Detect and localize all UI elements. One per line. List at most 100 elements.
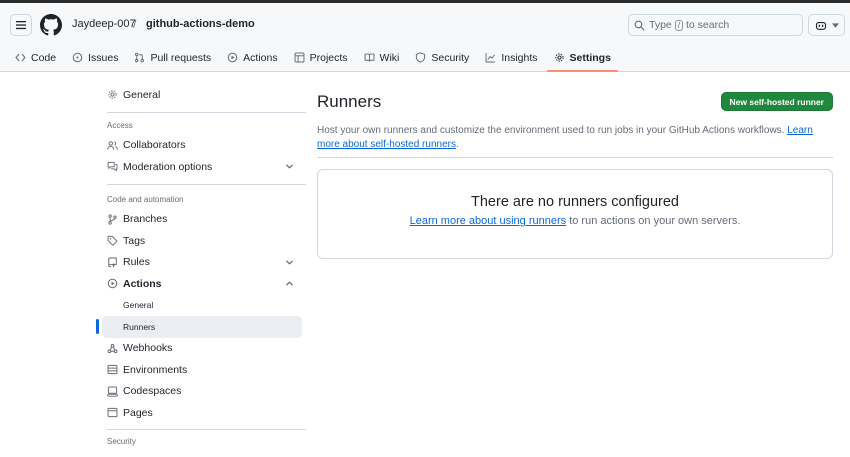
tab-issues-label: Issues <box>88 51 119 64</box>
graph-icon <box>485 53 496 63</box>
sidebar-item-moderation-options[interactable]: Moderation options <box>96 156 302 178</box>
page-description: Host your own runners and customize the … <box>317 124 833 152</box>
browser-icon <box>107 408 118 418</box>
issue-icon <box>72 52 83 63</box>
search-placeholder-prefix: Type <box>649 19 672 31</box>
sidebar-divider <box>107 183 306 185</box>
sidebar-item-actions[interactable]: Actions <box>96 273 302 295</box>
chevron-down-icon <box>286 260 293 264</box>
tab-pull-requests[interactable]: Pull requests <box>127 47 218 68</box>
search-input[interactable]: Type / to search <box>628 14 803 36</box>
divider <box>317 157 833 158</box>
pull-request-icon <box>135 52 145 63</box>
repo-header: Jaydeep-007 / github-actions-demo Type /… <box>0 3 850 72</box>
sidebar-item-environments[interactable]: Environments <box>96 359 302 381</box>
search-shortcut-key: / <box>674 19 683 31</box>
sidebar-divider <box>107 111 306 113</box>
tab-actions-label: Actions <box>243 51 278 64</box>
repo-owner-link[interactable]: Jaydeep-007 <box>72 18 136 30</box>
tab-settings[interactable]: Settings <box>546 47 619 72</box>
server-icon <box>107 365 118 375</box>
tab-insights[interactable]: Insights <box>478 47 544 68</box>
play-icon <box>107 278 118 289</box>
sidebar-item-label: Actions <box>123 277 162 290</box>
settings-sidebar: General Access Collaborators Moderation … <box>96 84 306 451</box>
empty-state-title: There are no runners configured <box>471 194 679 210</box>
gear-icon <box>108 90 117 99</box>
copilot-button[interactable] <box>808 14 845 36</box>
sidebar-item-label: General <box>123 300 154 311</box>
git-branch-icon <box>108 214 117 225</box>
webhook-icon <box>107 343 118 353</box>
repo-tabs: Code Issues Pull requests Actions Projec… <box>8 47 620 75</box>
sidebar-section-security: Security <box>107 437 136 446</box>
sidebar-item-label: Moderation options <box>123 160 213 173</box>
sidebar-divider <box>107 428 306 430</box>
menu-button[interactable] <box>10 14 32 36</box>
sidebar-item-pages[interactable]: Pages <box>96 402 302 424</box>
tab-pull-requests-label: Pull requests <box>150 51 212 64</box>
sidebar-item-label: Branches <box>123 213 168 226</box>
empty-state-suffix: to run actions on your own servers. <box>569 215 741 227</box>
table-icon <box>294 52 305 63</box>
tab-wiki-label: Wiki <box>379 51 400 64</box>
copilot-icon <box>815 21 826 30</box>
sidebar-item-codespaces[interactable]: Codespaces <box>96 381 302 403</box>
github-logo-icon[interactable] <box>40 14 62 36</box>
tab-projects[interactable]: Projects <box>287 47 355 68</box>
sidebar-item-label: Tags <box>123 234 146 247</box>
page-title: Runners <box>317 92 382 111</box>
shield-icon <box>416 52 426 63</box>
empty-state-text: Learn more about using runners to run ac… <box>318 215 832 227</box>
comment-discussion-icon <box>107 162 118 172</box>
sidebar-item-label: Rules <box>123 256 150 269</box>
tag-icon <box>107 236 118 247</box>
sidebar-item-label: Environments <box>123 363 188 376</box>
tab-security[interactable]: Security <box>408 47 476 68</box>
sidebar-item-actions-runners[interactable]: Runners <box>96 316 302 338</box>
sidebar-item-general[interactable]: General <box>96 84 302 106</box>
tab-issues[interactable]: Issues <box>65 47 125 68</box>
path-separator: / <box>133 17 137 31</box>
tab-actions[interactable]: Actions <box>220 47 284 68</box>
tab-security-label: Security <box>431 51 470 64</box>
new-self-hosted-runner-button[interactable]: New self-hosted runner <box>720 92 833 111</box>
search-placeholder-suffix: to search <box>686 19 730 31</box>
repo-name-link[interactable]: github-actions-demo <box>146 18 255 30</box>
tab-code[interactable]: Code <box>8 47 63 68</box>
tab-wiki[interactable]: Wiki <box>357 47 407 68</box>
chevron-up-icon <box>286 281 293 286</box>
book-icon <box>364 53 374 62</box>
sidebar-item-label: Collaborators <box>123 139 186 152</box>
hamburger-icon <box>16 21 26 30</box>
repo-push-icon <box>108 257 117 268</box>
sidebar-item-actions-general[interactable]: General <box>96 295 302 317</box>
sidebar-item-label: Codespaces <box>123 385 182 398</box>
sidebar-item-label: Runners <box>123 321 156 332</box>
sidebar-item-tags[interactable]: Tags <box>96 230 302 252</box>
sidebar-item-rules[interactable]: Rules <box>96 252 302 274</box>
description-period: . <box>455 139 459 150</box>
tab-code-label: Code <box>31 51 57 64</box>
people-icon <box>107 140 118 150</box>
code-icon <box>15 53 26 62</box>
sidebar-item-branches[interactable]: Branches <box>96 209 302 231</box>
tab-projects-label: Projects <box>309 51 348 64</box>
sidebar-item-collaborators[interactable]: Collaborators <box>96 135 302 157</box>
sidebar-item-label: Webhooks <box>123 342 173 355</box>
codespaces-icon <box>107 386 118 397</box>
search-icon <box>634 20 645 31</box>
chevron-down-icon <box>831 22 839 28</box>
tab-insights-label: Insights <box>501 51 538 64</box>
empty-state-box: There are no runners configured Learn mo… <box>317 169 833 259</box>
chevron-down-icon <box>286 164 293 169</box>
tab-settings-label: Settings <box>569 51 611 64</box>
sidebar-item-webhooks[interactable]: Webhooks <box>96 338 302 360</box>
sidebar-item-label: Pages <box>123 406 153 419</box>
sidebar-item-label: General <box>123 88 161 101</box>
description-text: Host your own runners and customize the … <box>317 125 785 136</box>
play-icon <box>227 52 238 63</box>
gear-icon <box>554 53 564 62</box>
sidebar-section-access: Access <box>107 121 133 130</box>
using-runners-link[interactable]: Learn more about using runners <box>410 215 567 227</box>
